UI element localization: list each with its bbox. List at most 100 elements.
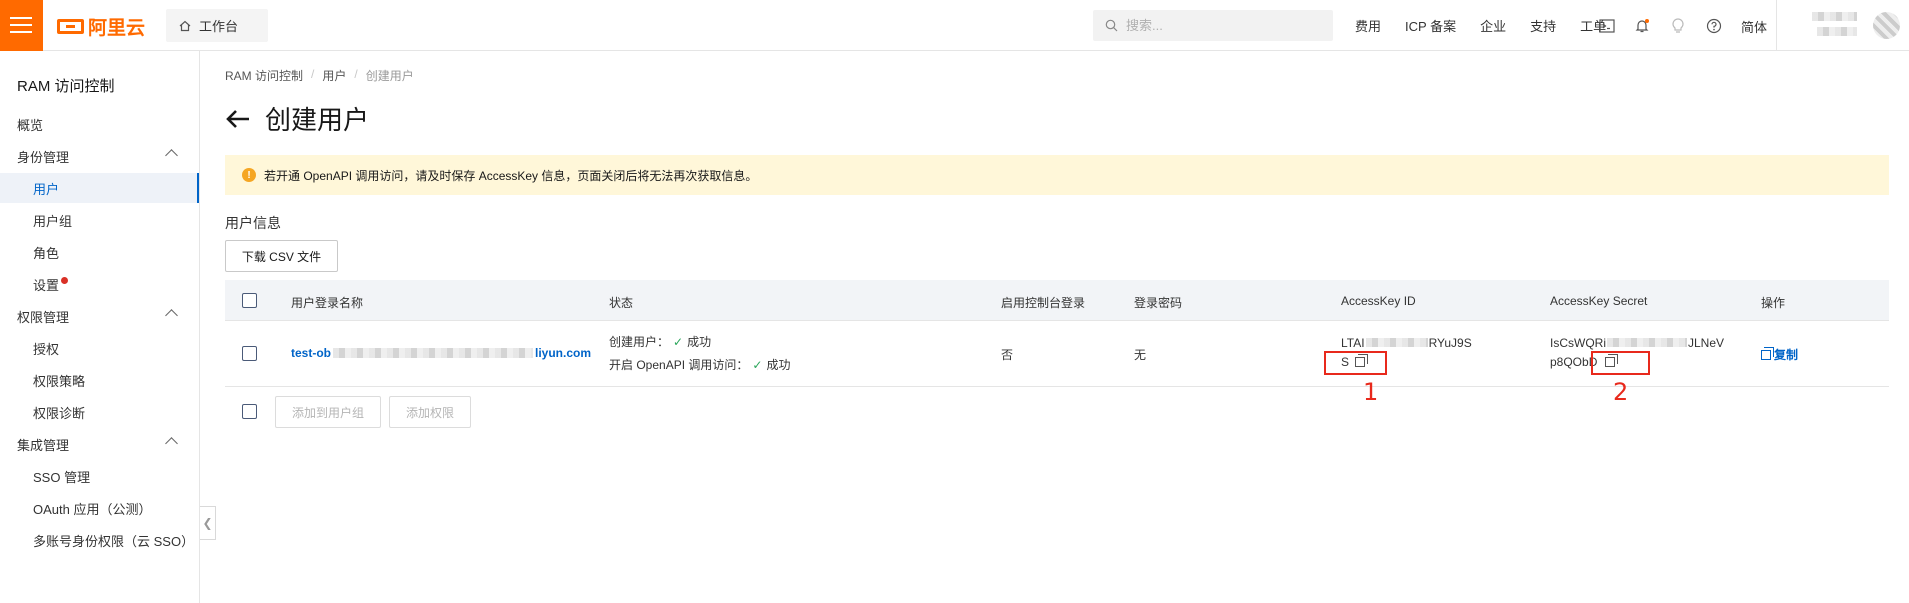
chevron-up-icon [165, 309, 178, 322]
search-box[interactable] [1093, 10, 1333, 41]
col-password: 登录密码 [1134, 296, 1183, 310]
annotation-box-accesskey-id [1324, 351, 1387, 375]
accesskey-secret-line1: IsCsWQRi JLNeV [1550, 336, 1724, 350]
sidebar-group-identity[interactable]: 身份管理 [0, 141, 199, 171]
search-icon [1105, 19, 1118, 32]
sidebar-item-oauth[interactable]: OAuth 应用（公测） [0, 493, 199, 523]
page-title: 创建用户 [265, 105, 370, 135]
redacted-secret [1607, 338, 1687, 347]
nav-icp[interactable]: ICP 备案 [1405, 16, 1456, 35]
sidebar-item-label: 集成管理 [17, 437, 70, 453]
console-login-value: 否 [1001, 348, 1014, 362]
breadcrumb-current: 创建用户 [365, 69, 414, 83]
breadcrumb-ram[interactable]: RAM 访问控制 [225, 67, 303, 84]
menu-icon[interactable] [0, 0, 43, 51]
annotation-number-1: 1 [1363, 378, 1379, 406]
col-accesskey-secret: AccessKey Secret [1550, 294, 1648, 308]
language-switch[interactable]: 简体 [1741, 17, 1767, 36]
chevron-left-icon: ❮ [202, 516, 213, 530]
status-label: 开启 OpenAPI 调用访问： [609, 358, 749, 372]
breadcrumb-separator: / [354, 67, 358, 81]
notice-text: 若开通 OpenAPI 调用访问，请及时保存 AccessKey 信息，页面关闭… [264, 168, 758, 183]
sidebar-group-integration[interactable]: 集成管理 [0, 429, 199, 459]
lightbulb-icon[interactable] [1668, 16, 1688, 36]
bell-icon[interactable] [1632, 16, 1652, 36]
page-header: 创建用户 [225, 100, 369, 137]
sidebar-item-label: 授权 [33, 341, 60, 357]
sidebar-item-settings[interactable]: 设置 [0, 269, 199, 299]
sidebar-item-label: 权限策略 [33, 373, 86, 389]
password-value: 无 [1134, 348, 1147, 362]
sidebar-item-sso[interactable]: SSO 管理 [0, 461, 199, 491]
top-bar: 阿里云 工作台 费用 ICP 备案 企业 支持 工单 简体 [0, 0, 1909, 51]
sidebar-item-label: OAuth 应用（公测） [33, 501, 152, 517]
home-icon [179, 20, 191, 31]
sidebar-item-label: 权限诊断 [33, 405, 86, 421]
redacted-name [333, 348, 533, 358]
sidebar-item-users[interactable]: 用户 [0, 173, 199, 203]
copy-icon [1761, 347, 1774, 360]
add-permission-button[interactable]: 添加权限 [389, 396, 471, 428]
search-input[interactable] [1126, 18, 1316, 33]
copy-action-link[interactable]: 复制 [1761, 346, 1798, 363]
back-arrow-icon[interactable] [225, 108, 251, 130]
terminal-icon[interactable] [1597, 16, 1617, 36]
user-login-name[interactable]: test-ob liyun.com [291, 346, 591, 360]
check-icon: ✓ [752, 358, 763, 372]
status-line-create: 创建用户： ✓ 成功 [609, 333, 711, 350]
section-title: 用户信息 [225, 215, 281, 231]
sidebar-item-label: SSO 管理 [33, 469, 91, 485]
redacted-account-id [1817, 27, 1857, 36]
redacted-account-name [1812, 12, 1857, 21]
sidebar-item-diagnosis[interactable]: 权限诊断 [0, 397, 199, 427]
sidebar-item-grant[interactable]: 授权 [0, 333, 199, 363]
status-label: 创建用户： [609, 335, 670, 349]
col-status: 状态 [609, 296, 634, 310]
workbench-button[interactable]: 工作台 [166, 9, 268, 42]
nav-billing[interactable]: 费用 [1355, 16, 1381, 35]
annotation-number-2: 2 [1613, 378, 1629, 406]
sidebar-title: RAM 访问控制 [17, 78, 115, 95]
sidebar-item-label: 身份管理 [17, 149, 70, 165]
nav-enterprise[interactable]: 企业 [1480, 16, 1506, 35]
user-name-prefix: test-ob [291, 346, 331, 360]
row-checkbox[interactable] [242, 346, 257, 361]
sidebar-item-label: 多账号身份权限（云 SSO） [33, 533, 195, 549]
logo[interactable]: 阿里云 [57, 14, 146, 39]
sidebar-item-groups[interactable]: 用户组 [0, 205, 199, 235]
akid-prefix: LTAI [1341, 336, 1365, 350]
notification-dot [61, 276, 69, 284]
sidebar-item-label: 用户组 [33, 213, 73, 229]
breadcrumb-users[interactable]: 用户 [322, 67, 346, 84]
check-icon: ✓ [673, 335, 684, 349]
sidebar-collapse-button[interactable]: ❮ [200, 506, 216, 540]
warning-icon: ! [242, 168, 256, 182]
sidebar-item-roles[interactable]: 角色 [0, 237, 199, 267]
sidebar-item-label: 用户 [33, 181, 60, 197]
sidebar-item-cloud-sso[interactable]: 多账号身份权限（云 SSO） [0, 525, 199, 555]
sidebar-item-label: 设置 [33, 277, 60, 293]
logo-text: 阿里云 [88, 17, 146, 39]
status-value: 成功 [687, 335, 712, 349]
top-nav: 费用 ICP 备案 企业 支持 工单 [1355, 0, 1630, 51]
logo-mark-icon [57, 18, 84, 34]
redacted-akid [1365, 338, 1428, 347]
select-all-checkbox[interactable] [242, 293, 257, 308]
sidebar-item-label: 概览 [17, 117, 44, 133]
col-console: 启用控制台登录 [1001, 296, 1086, 310]
col-actions: 操作 [1761, 296, 1786, 310]
help-icon[interactable] [1704, 16, 1724, 36]
sidebar-item-policies[interactable]: 权限策略 [0, 365, 199, 395]
account-area[interactable] [1776, 0, 1909, 51]
download-csv-button[interactable]: 下载 CSV 文件 [225, 240, 338, 272]
sidebar-item-overview[interactable]: 概览 [0, 109, 199, 139]
chevron-up-icon [165, 149, 178, 162]
col-name: 用户登录名称 [291, 296, 364, 310]
copy-action-label: 复制 [1774, 348, 1799, 362]
table-header: 用户登录名称 状态 启用控制台登录 登录密码 AccessKey ID Acce… [225, 280, 1889, 321]
footer-select-checkbox[interactable] [242, 404, 257, 419]
sidebar-group-permissions[interactable]: 权限管理 [0, 301, 199, 331]
avatar[interactable] [1873, 12, 1900, 39]
nav-support[interactable]: 支持 [1530, 16, 1556, 35]
add-to-group-button[interactable]: 添加到用户组 [275, 396, 381, 428]
